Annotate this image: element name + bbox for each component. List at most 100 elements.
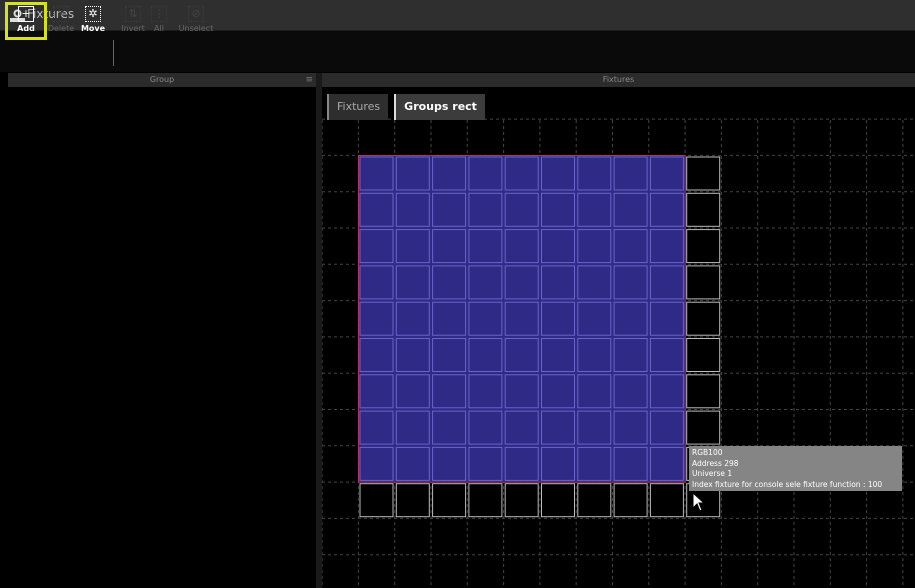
fixture-cell[interactable] [541, 374, 575, 409]
fixture-cell[interactable] [432, 265, 467, 300]
fixture-cell[interactable] [395, 301, 430, 336]
fixture-cell[interactable] [468, 156, 503, 191]
fixture-cell[interactable] [359, 446, 394, 481]
fixture-cell[interactable] [504, 192, 539, 227]
add-button[interactable]: + Add [5, 2, 47, 40]
fixture-cell[interactable] [432, 229, 467, 264]
fixture-cell[interactable] [649, 301, 684, 336]
fixture-cell[interactable] [504, 410, 539, 445]
fixture-cell[interactable] [395, 374, 430, 409]
fixture-cell[interactable] [577, 192, 612, 227]
fixture-cell[interactable] [577, 374, 612, 409]
fixture-cell[interactable] [359, 301, 394, 336]
fixture-cell[interactable] [432, 156, 467, 191]
tab-fixtures[interactable]: Fixtures [327, 94, 389, 120]
fixture-cell[interactable] [613, 483, 648, 518]
fixture-cell[interactable] [613, 265, 648, 300]
fixture-cell[interactable] [577, 483, 612, 518]
fixture-cell[interactable] [541, 483, 575, 518]
fixture-cell[interactable] [613, 410, 648, 445]
fixture-cell[interactable] [541, 410, 575, 445]
fixture-cell[interactable] [432, 301, 467, 336]
fixture-cell[interactable] [468, 265, 503, 300]
fixture-cell[interactable] [432, 446, 467, 481]
fixture-cell[interactable] [468, 446, 503, 481]
fixture-cell[interactable] [686, 265, 721, 300]
fixture-cell[interactable] [686, 192, 721, 227]
fixture-cell[interactable] [504, 483, 539, 518]
fixture-cell[interactable] [395, 483, 430, 518]
fixture-cell[interactable] [468, 229, 503, 264]
fixture-cell[interactable] [359, 374, 394, 409]
fixture-cell[interactable] [395, 446, 430, 481]
fixture-cell[interactable] [613, 446, 648, 481]
fixture-cell[interactable] [577, 265, 612, 300]
fixture-cell[interactable] [359, 483, 394, 518]
fixture-cell[interactable] [541, 301, 575, 336]
fixture-cell[interactable] [468, 338, 503, 372]
unselect-button[interactable]: ⊘ Unselect [177, 4, 215, 38]
fixture-cell[interactable] [432, 192, 467, 227]
fixture-cell[interactable] [541, 192, 575, 227]
fixture-cell[interactable] [395, 410, 430, 445]
fixture-cell[interactable] [504, 156, 539, 191]
fixture-cell[interactable] [359, 192, 394, 227]
fixture-cell[interactable] [613, 229, 648, 264]
fixture-cell[interactable] [613, 374, 648, 409]
fixture-cell[interactable] [359, 410, 394, 445]
fixture-cell[interactable] [395, 265, 430, 300]
fixture-cell[interactable] [541, 265, 575, 300]
fixture-cell[interactable] [686, 410, 721, 445]
fixture-cell[interactable] [649, 338, 684, 372]
fixture-cell[interactable] [577, 156, 612, 191]
fixture-cell[interactable] [613, 192, 648, 227]
fixture-cell[interactable] [395, 338, 430, 372]
fixture-cell[interactable] [468, 410, 503, 445]
fixture-cell[interactable] [468, 483, 503, 518]
fixture-cell[interactable] [686, 374, 721, 409]
fixture-cell[interactable] [432, 483, 467, 518]
fixture-cell[interactable] [686, 229, 721, 264]
tab-groups-rect[interactable]: Groups rect [394, 94, 485, 120]
fixture-cell[interactable] [359, 156, 394, 191]
fixture-cell[interactable] [468, 192, 503, 227]
fixture-cell[interactable] [541, 446, 575, 481]
fixture-cell[interactable] [432, 338, 467, 372]
fixture-cell[interactable] [504, 229, 539, 264]
fixture-cell[interactable] [613, 301, 648, 336]
fixture-cell[interactable] [432, 410, 467, 445]
fixture-cell[interactable] [504, 265, 539, 300]
fixture-cell[interactable] [649, 483, 684, 518]
fixture-cell[interactable] [649, 192, 684, 227]
fixture-cell[interactable] [577, 338, 612, 372]
fixture-cell[interactable] [649, 410, 684, 445]
fixture-cell[interactable] [577, 229, 612, 264]
fixture-cell[interactable] [504, 338, 539, 372]
fixture-cell[interactable] [541, 229, 575, 264]
fixture-cell[interactable] [504, 374, 539, 409]
group-list[interactable] [8, 87, 316, 587]
fixture-cell[interactable] [613, 338, 648, 372]
fixture-cell[interactable] [395, 229, 430, 264]
fixture-cell[interactable] [504, 446, 539, 481]
fixture-cell[interactable] [468, 301, 503, 336]
fixture-cell[interactable] [432, 374, 467, 409]
fixture-cell[interactable] [359, 229, 394, 264]
fixture-cell[interactable] [359, 338, 394, 372]
fixture-cell[interactable] [468, 374, 503, 409]
fixture-cell[interactable] [686, 338, 721, 372]
fixture-cell[interactable] [577, 301, 612, 336]
fixture-cell[interactable] [649, 229, 684, 264]
fixture-cell[interactable] [649, 265, 684, 300]
fixture-cell[interactable] [649, 446, 684, 481]
move-button[interactable]: ✲ Move [74, 4, 112, 38]
fixture-grid[interactable] [322, 73, 915, 588]
fixture-cell[interactable] [577, 446, 612, 481]
fixture-cell[interactable] [613, 156, 648, 191]
fixture-cell[interactable] [686, 156, 721, 191]
fixture-cell[interactable] [504, 301, 539, 336]
all-button[interactable]: ⋮ All [140, 4, 178, 38]
fixture-cell[interactable] [541, 338, 575, 372]
menu-icon[interactable]: ≡ [305, 73, 313, 87]
fixture-cell[interactable] [395, 156, 430, 191]
